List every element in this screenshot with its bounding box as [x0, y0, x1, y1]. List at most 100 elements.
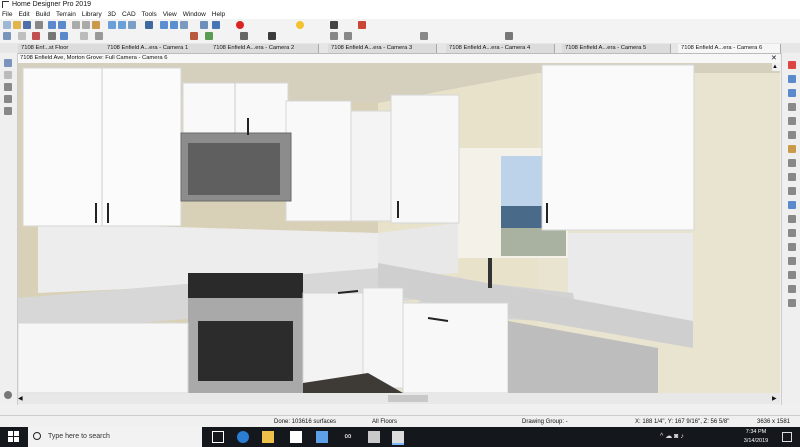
home-designer-taskbar-icon[interactable]: [392, 431, 404, 445]
start-icon[interactable]: [8, 431, 20, 443]
print-icon[interactable]: [35, 21, 43, 29]
spline-icon[interactable]: [505, 32, 513, 40]
sun-icon[interactable]: [296, 21, 304, 29]
zoom-icon[interactable]: [108, 21, 116, 29]
zoom-out-icon[interactable]: [118, 21, 126, 29]
cad-line-icon[interactable]: [330, 32, 338, 40]
edit-tool-icon-18[interactable]: [788, 299, 796, 307]
taskbar-clock[interactable]: 7:34 PM 3/14/2019: [736, 428, 776, 446]
edit-tool-icon-2[interactable]: [788, 75, 796, 83]
edit-icon[interactable]: [330, 21, 338, 29]
menu-tools[interactable]: Tools: [142, 10, 157, 19]
materials-icon[interactable]: [200, 21, 208, 29]
menu-file[interactable]: File: [2, 10, 12, 19]
store-icon[interactable]: [290, 431, 302, 443]
edit-tool-icon-9[interactable]: [788, 173, 796, 181]
record-icon[interactable]: [236, 21, 244, 29]
edit-tool-icon-7[interactable]: [788, 145, 796, 153]
redo-icon[interactable]: [58, 21, 66, 29]
tab-floor-plan[interactable]: 7108 Enf...st Floor: [18, 44, 105, 53]
room-icon[interactable]: [32, 32, 40, 40]
door-icon[interactable]: [48, 32, 56, 40]
roof-icon[interactable]: [190, 32, 198, 40]
edit-tool-icon-14[interactable]: [788, 243, 796, 251]
floor-down-icon[interactable]: [170, 21, 178, 29]
copy-icon[interactable]: [82, 21, 90, 29]
scroll-right-arrow-icon[interactable]: ▶: [772, 395, 780, 403]
notifications-icon[interactable]: [782, 432, 792, 442]
menu-view[interactable]: View: [163, 10, 177, 19]
camera-icon[interactable]: [145, 21, 153, 29]
scroll-thumb[interactable]: [388, 395, 428, 402]
cut-icon[interactable]: [72, 21, 80, 29]
edge-icon[interactable]: [237, 431, 249, 443]
layer-icon[interactable]: [180, 21, 188, 29]
edit-tool-icon-8[interactable]: [788, 159, 796, 167]
tab-camera-6[interactable]: 7108 Enfield A...era - Camera 6: [678, 44, 781, 53]
tab-camera-1[interactable]: 7108 Enfield A...era - Camera 1: [104, 44, 213, 53]
wall-icon[interactable]: [18, 32, 26, 40]
paste-icon[interactable]: [92, 21, 100, 29]
tab-camera-2[interactable]: 7108 Enfield A...era - Camera 2: [210, 44, 319, 53]
orbit-icon[interactable]: [4, 83, 12, 91]
horizontal-scrollbar[interactable]: ◀ ▶: [18, 393, 780, 404]
settings-icon[interactable]: [4, 391, 12, 399]
edit-tool-icon-1[interactable]: [788, 61, 796, 69]
edit-tool-icon-17[interactable]: [788, 285, 796, 293]
edit-tool-icon-3[interactable]: [788, 89, 796, 97]
scroll-left-arrow-icon[interactable]: ◀: [18, 395, 26, 403]
hand-icon[interactable]: [4, 71, 12, 79]
3d-camera-view[interactable]: ▲: [18, 63, 780, 393]
tilt-icon[interactable]: [4, 95, 12, 103]
floor-up-icon[interactable]: [160, 21, 168, 29]
menu-edit[interactable]: Edit: [18, 10, 29, 19]
tab-camera-4[interactable]: 7108 Enfield A...era - Camera 4: [446, 44, 555, 53]
new-plan-icon[interactable]: [3, 21, 11, 29]
fill-window-icon[interactable]: [128, 21, 136, 29]
edit-tool-icon-10[interactable]: [788, 187, 796, 195]
undo-icon[interactable]: [48, 21, 56, 29]
text-icon[interactable]: [268, 32, 276, 40]
move-icon[interactable]: [4, 107, 12, 115]
mail-icon[interactable]: [316, 431, 328, 443]
cabinet-icon[interactable]: [80, 32, 88, 40]
terrain-icon[interactable]: [205, 32, 213, 40]
edit-tool-icon-12[interactable]: [788, 215, 796, 223]
media-app-icon[interactable]: [368, 431, 380, 443]
edit-tool-icon-6[interactable]: [788, 131, 796, 139]
pan-icon[interactable]: [4, 59, 12, 67]
edit-tool-icon-4[interactable]: [788, 103, 796, 111]
edit-tool-icon-5[interactable]: [788, 117, 796, 125]
tab-camera-5[interactable]: 7108 Enfield A...era - Camera 5: [562, 44, 671, 53]
system-tray-icons[interactable]: ^ ☁ ◙ ♪: [660, 433, 730, 441]
save-icon[interactable]: [23, 21, 31, 29]
dimension-icon[interactable]: [240, 32, 248, 40]
task-view-icon[interactable]: [212, 431, 224, 443]
close-view-icon[interactable]: ✕: [771, 55, 778, 62]
scroll-up-arrow-icon[interactable]: ▲: [772, 63, 780, 71]
taskbar-search-box[interactable]: Type here to search: [28, 427, 202, 447]
tab-camera-3[interactable]: 7108 Enfield A...era - Camera 3: [328, 44, 437, 53]
menu-build[interactable]: Build: [36, 10, 50, 19]
menu-3d[interactable]: 3D: [108, 10, 116, 19]
cad-arc-icon[interactable]: [344, 32, 352, 40]
kitchen-render: [18, 63, 780, 393]
file-explorer-icon[interactable]: [262, 431, 274, 443]
open-icon[interactable]: [13, 21, 21, 29]
library-icon[interactable]: [420, 32, 428, 40]
menu-library[interactable]: Library: [82, 10, 102, 19]
menu-window[interactable]: Window: [183, 10, 206, 19]
delete-icon[interactable]: [358, 21, 366, 29]
stairs-icon[interactable]: [95, 32, 103, 40]
menu-terrain[interactable]: Terrain: [56, 10, 76, 19]
camera-view-icon[interactable]: [212, 21, 220, 29]
link-app-icon[interactable]: ∞: [342, 431, 354, 443]
window-tool-icon[interactable]: [60, 32, 68, 40]
edit-tool-icon-15[interactable]: [788, 257, 796, 265]
menu-cad[interactable]: CAD: [122, 10, 136, 19]
edit-tool-icon-13[interactable]: [788, 229, 796, 237]
menu-help[interactable]: Help: [212, 10, 225, 19]
edit-tool-icon-16[interactable]: [788, 271, 796, 279]
select-icon[interactable]: [3, 32, 11, 40]
edit-tool-icon-11[interactable]: [788, 201, 796, 209]
